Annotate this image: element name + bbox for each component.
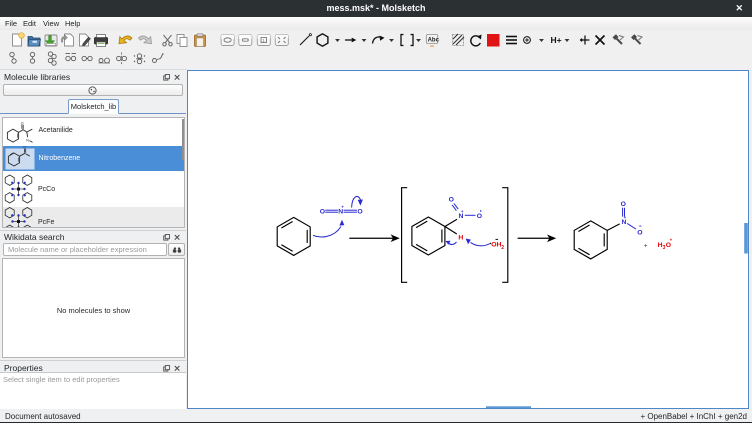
svg-text:N: N: [459, 213, 464, 220]
svg-text:O: O: [21, 121, 24, 125]
svg-text:+: +: [461, 209, 464, 214]
svg-text:2: 2: [501, 245, 504, 251]
svg-text:+: +: [341, 204, 344, 209]
svg-text:+: +: [670, 237, 673, 242]
svg-text:Abc: Abc: [428, 37, 440, 43]
svg-text:O: O: [621, 201, 626, 208]
svg-text:O: O: [449, 197, 454, 204]
svg-text:H: H: [458, 234, 463, 241]
svg-text:O: O: [666, 242, 671, 249]
svg-text:O: O: [320, 209, 325, 216]
svg-text:O: O: [23, 146, 26, 150]
svg-text:N: N: [26, 139, 29, 143]
svg-text:O: O: [637, 230, 642, 237]
svg-text:O: O: [477, 213, 482, 220]
svg-text:+: +: [644, 243, 648, 249]
svg-text:H+: H+: [551, 35, 562, 45]
svg-text:N: N: [338, 209, 343, 216]
svg-text:OH: OH: [491, 241, 501, 248]
svg-text:O: O: [357, 209, 362, 216]
